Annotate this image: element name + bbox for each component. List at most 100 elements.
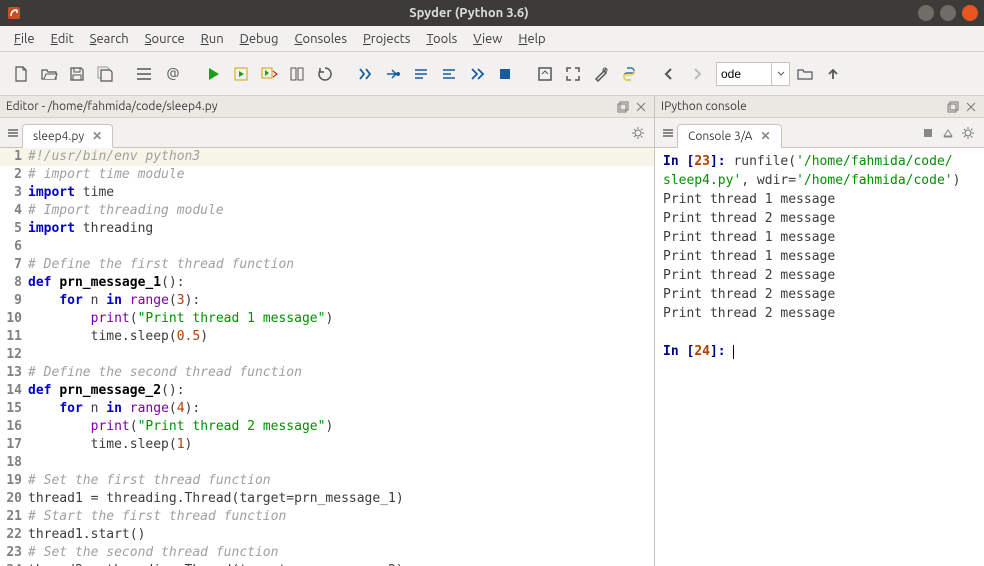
code-editor[interactable]: 1#!/usr/bin/env python32# import time mo… (0, 148, 654, 566)
menu-help[interactable]: Help (510, 29, 553, 49)
maximize-pane-button[interactable] (532, 61, 558, 87)
code-text[interactable]: # Define the first thread function (28, 256, 654, 274)
code-line[interactable]: 24thread2 = threading.Thread(target=prn_… (0, 562, 654, 566)
code-text[interactable]: print("Print thread 1 message") (28, 310, 654, 328)
code-text[interactable]: thread1.start() (28, 526, 654, 544)
code-line[interactable]: 1#!/usr/bin/env python3 (0, 148, 654, 166)
editor-pane-undock-button[interactable] (616, 100, 630, 114)
code-line[interactable]: 21# Start the first thread function (0, 508, 654, 526)
code-text[interactable]: import time (28, 184, 654, 202)
code-text[interactable]: # Define the second thread function (28, 364, 654, 382)
back-button[interactable] (656, 61, 682, 87)
console-pane-close-button[interactable] (964, 100, 978, 114)
code-text[interactable]: thread1 = threading.Thread(target=prn_me… (28, 490, 654, 508)
code-text[interactable]: time.sleep(0.5) (28, 328, 654, 346)
code-text[interactable]: time.sleep(1) (28, 436, 654, 454)
menu-tools[interactable]: Tools (418, 29, 465, 49)
code-line[interactable]: 10 print("Print thread 1 message") (0, 310, 654, 328)
code-line[interactable]: 22thread1.start() (0, 526, 654, 544)
save-button[interactable] (64, 61, 90, 87)
code-text[interactable]: # Import threading module (28, 202, 654, 220)
code-text[interactable]: import threading (28, 220, 654, 238)
forward-button[interactable] (684, 61, 710, 87)
run-button[interactable] (200, 61, 226, 87)
code-text[interactable] (28, 346, 654, 364)
code-text[interactable]: # Start the first thread function (28, 508, 654, 526)
save-all-button[interactable] (92, 61, 118, 87)
menu-edit[interactable]: Edit (43, 29, 82, 49)
code-line[interactable]: 5import threading (0, 220, 654, 238)
code-line[interactable]: 14def prn_message_2(): (0, 382, 654, 400)
code-line[interactable]: 3import time (0, 184, 654, 202)
menu-search[interactable]: Search (82, 29, 137, 49)
code-line[interactable]: 4# Import threading module (0, 202, 654, 220)
debug-button[interactable] (352, 61, 378, 87)
code-text[interactable]: def prn_message_2(): (28, 382, 654, 400)
menu-file[interactable]: File (6, 29, 43, 49)
console-options-button[interactable] (960, 126, 976, 140)
code-text[interactable]: # Set the first thread function (28, 472, 654, 490)
code-text[interactable]: def prn_message_1(): (28, 274, 654, 292)
editor-options-button[interactable] (630, 126, 646, 140)
menu-run[interactable]: Run (193, 29, 232, 49)
console-output[interactable]: In [23]: runfile('/home/fahmida/code/sle… (655, 148, 984, 566)
editor-pane-close-button[interactable] (634, 100, 648, 114)
code-line[interactable]: 11 time.sleep(0.5) (0, 328, 654, 346)
menu-debug[interactable]: Debug (232, 29, 287, 49)
run-cell-advance-button[interactable] (256, 61, 282, 87)
menu-view[interactable]: View (465, 29, 510, 49)
code-text[interactable]: thread2 = threading.Thread(target=prn_me… (28, 562, 654, 566)
code-line[interactable]: 17 time.sleep(1) (0, 436, 654, 454)
at-button[interactable]: @ (160, 61, 186, 87)
window-maximize-button[interactable] (940, 5, 956, 21)
console-tab-list-button[interactable] (659, 127, 677, 139)
code-text[interactable]: #!/usr/bin/env python3 (28, 148, 654, 166)
console-tab-close-button[interactable]: ✕ (760, 129, 770, 143)
menu-source[interactable]: Source (137, 29, 193, 49)
python-path-button[interactable] (616, 61, 642, 87)
menu-projects[interactable]: Projects (355, 29, 418, 49)
code-line[interactable]: 18 (0, 454, 654, 472)
code-text[interactable]: print("Print thread 2 message") (28, 418, 654, 436)
window-close-button[interactable] (962, 5, 978, 21)
menu-consoles[interactable]: Consoles (287, 29, 355, 49)
code-line[interactable]: 16 print("Print thread 2 message") (0, 418, 654, 436)
debug-step-into-button[interactable] (408, 61, 434, 87)
console-interrupt-button[interactable] (920, 127, 936, 139)
code-line[interactable]: 13# Define the second thread function (0, 364, 654, 382)
debug-step-out-button[interactable] (436, 61, 462, 87)
window-minimize-button[interactable] (918, 5, 934, 21)
code-text[interactable] (28, 454, 654, 472)
code-text[interactable]: for n in range(4): (28, 400, 654, 418)
debug-stop-button[interactable] (492, 61, 518, 87)
browse-dir-button[interactable] (792, 61, 818, 87)
editor-tab-list-button[interactable] (4, 127, 22, 139)
code-line[interactable]: 15 for n in range(4): (0, 400, 654, 418)
code-line[interactable]: 7# Define the first thread function (0, 256, 654, 274)
open-file-button[interactable] (36, 61, 62, 87)
code-line[interactable]: 19# Set the first thread function (0, 472, 654, 490)
code-text[interactable] (28, 238, 654, 256)
code-line[interactable]: 8def prn_message_1(): (0, 274, 654, 292)
working-dir-combo[interactable] (716, 62, 790, 86)
code-text[interactable]: for n in range(3): (28, 292, 654, 310)
code-line[interactable]: 20thread1 = threading.Thread(target=prn_… (0, 490, 654, 508)
debug-continue-button[interactable] (464, 61, 490, 87)
console-tab[interactable]: Console 3/A ✕ (677, 124, 782, 148)
rerun-button[interactable] (312, 61, 338, 87)
preferences-button[interactable] (588, 61, 614, 87)
outline-button[interactable] (132, 61, 158, 87)
code-text[interactable]: # Set the second thread function (28, 544, 654, 562)
editor-tab-close-button[interactable]: ✕ (92, 129, 102, 143)
code-line[interactable]: 23# Set the second thread function (0, 544, 654, 562)
console-clear-button[interactable] (940, 127, 956, 139)
code-text[interactable]: # import time module (28, 166, 654, 184)
working-dir-input[interactable] (717, 63, 771, 85)
code-line[interactable]: 2# import time module (0, 166, 654, 184)
fullscreen-button[interactable] (560, 61, 586, 87)
new-file-button[interactable] (8, 61, 34, 87)
code-line[interactable]: 9 for n in range(3): (0, 292, 654, 310)
code-line[interactable]: 12 (0, 346, 654, 364)
console-pane-undock-button[interactable] (946, 100, 960, 114)
run-selection-button[interactable] (284, 61, 310, 87)
